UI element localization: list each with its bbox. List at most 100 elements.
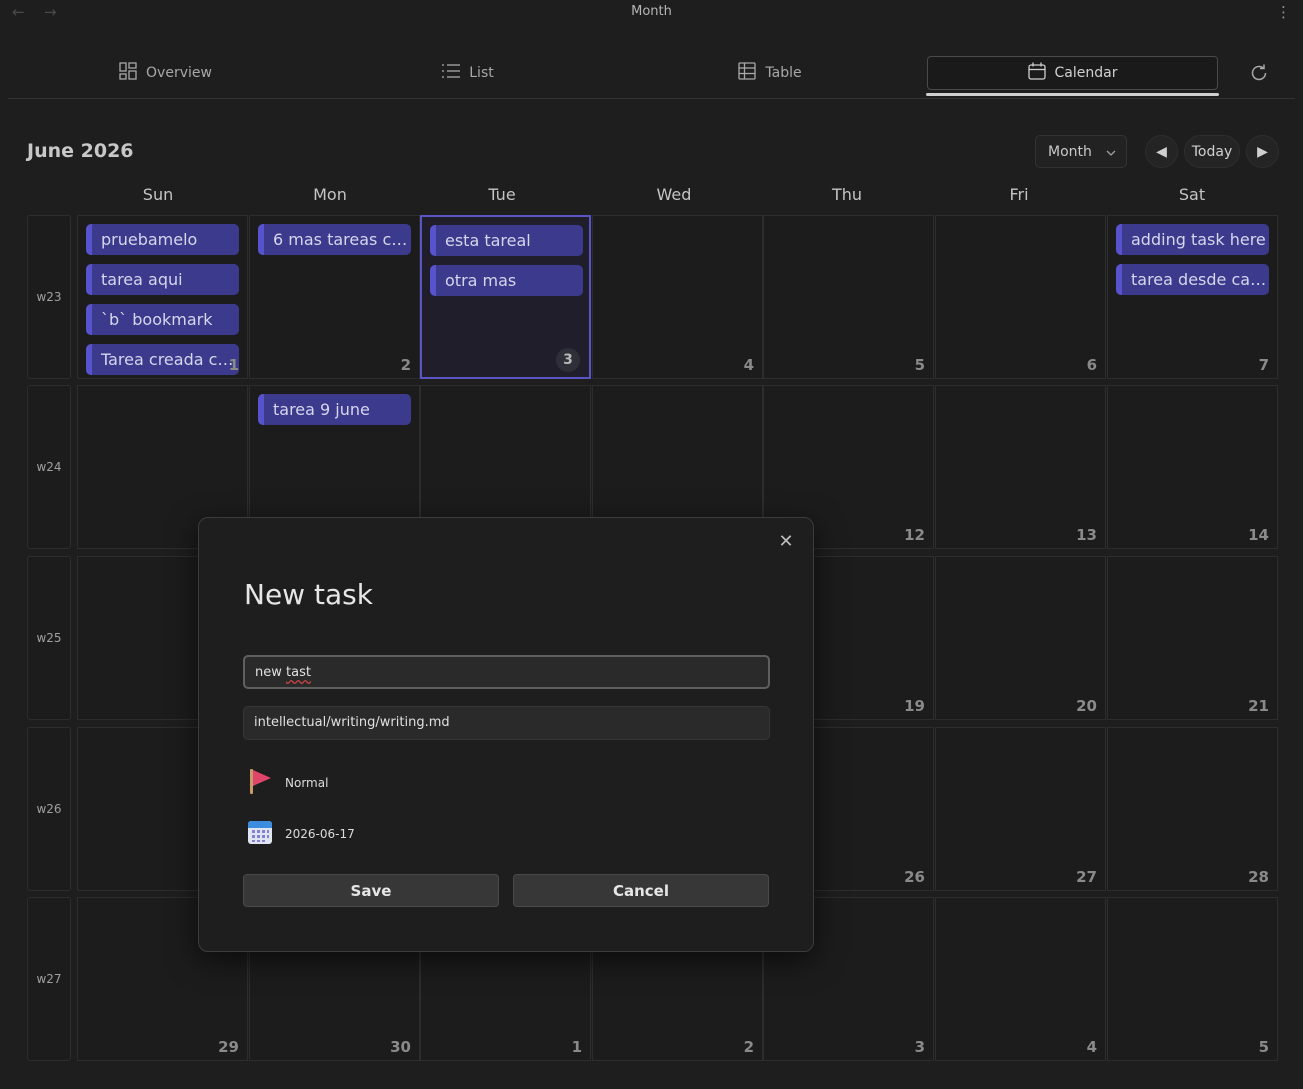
day-cell[interactable]: 6 mas tareas co... 2 bbox=[249, 215, 420, 379]
event-chip[interactable]: esta tareal bbox=[430, 225, 583, 256]
day-number: 3 bbox=[556, 348, 580, 372]
day-number: 3 bbox=[914, 1038, 925, 1056]
view-select[interactable]: Month bbox=[1035, 135, 1127, 168]
week-number: w26 bbox=[27, 727, 71, 891]
task-name-text: new bbox=[255, 665, 287, 680]
weekday-header: Thu bbox=[831, 185, 863, 204]
calendar-title: June 2026 bbox=[27, 140, 134, 162]
day-number: 5 bbox=[914, 356, 925, 374]
file-path-input[interactable]: intellectual/writing/writing.md bbox=[243, 706, 770, 740]
new-task-modal: ✕ New task new tast intellectual/writing… bbox=[198, 517, 814, 952]
weekday-header: Fri bbox=[1009, 185, 1029, 204]
cancel-button[interactable]: Cancel bbox=[513, 874, 769, 907]
triangle-right-icon: ▶ bbox=[1257, 143, 1268, 160]
day-cell[interactable]: 5 bbox=[763, 215, 934, 379]
event-chip[interactable]: Tarea creada co... bbox=[86, 344, 239, 375]
more-options-icon[interactable]: ⋮ bbox=[1276, 3, 1291, 21]
event-chip[interactable]: 6 mas tareas co... bbox=[258, 224, 411, 255]
event-chip[interactable]: otra mas bbox=[430, 265, 583, 296]
grid-icon bbox=[119, 62, 137, 84]
day-cell-selected[interactable]: esta tareal otra mas 3 bbox=[420, 215, 591, 379]
day-cell[interactable]: adding task here tarea desde cale... 7 bbox=[1107, 215, 1278, 379]
save-button[interactable]: Save bbox=[243, 874, 499, 907]
tab-list[interactable]: List bbox=[338, 56, 598, 90]
title-bar: ← → Month ⋮ bbox=[0, 0, 1303, 26]
triangle-left-icon: ◀ bbox=[1156, 143, 1167, 160]
day-number: 13 bbox=[1076, 526, 1097, 544]
tab-table[interactable]: Table bbox=[640, 56, 900, 90]
day-number: 21 bbox=[1248, 697, 1269, 715]
priority-label: Normal bbox=[285, 775, 329, 790]
day-cell[interactable]: 5 bbox=[1107, 897, 1278, 1061]
due-date-value: 2026-06-17 bbox=[285, 826, 355, 841]
day-number: 7 bbox=[1258, 356, 1269, 374]
day-number: 27 bbox=[1076, 868, 1097, 886]
task-name-misspelled-word: tast bbox=[286, 665, 311, 680]
day-cell[interactable]: 20 bbox=[935, 556, 1106, 720]
today-button[interactable]: Today bbox=[1184, 135, 1240, 168]
modal-title: New task bbox=[244, 578, 373, 611]
week-number: w23 bbox=[27, 215, 71, 379]
day-cell[interactable]: 28 bbox=[1107, 727, 1278, 891]
view-select-value: Month bbox=[1048, 143, 1092, 160]
weekday-header: Tue bbox=[488, 185, 516, 204]
tab-label: Calendar bbox=[1054, 65, 1118, 81]
day-number: 26 bbox=[904, 868, 925, 886]
refresh-icon[interactable] bbox=[1246, 60, 1272, 86]
day-number: 2 bbox=[400, 356, 411, 374]
window-title: Month bbox=[631, 4, 672, 19]
task-name-input[interactable]: new tast bbox=[243, 655, 770, 689]
tab-overview[interactable]: Overview bbox=[38, 56, 293, 90]
day-number: 4 bbox=[1086, 1038, 1097, 1056]
event-chip[interactable]: adding task here bbox=[1116, 224, 1269, 255]
day-number: 30 bbox=[390, 1038, 411, 1056]
close-icon[interactable]: ✕ bbox=[776, 531, 796, 552]
day-number: 1 bbox=[571, 1038, 582, 1056]
day-number: 28 bbox=[1248, 868, 1269, 886]
day-number: 4 bbox=[743, 356, 754, 374]
priority-selector[interactable]: Normal bbox=[247, 767, 328, 798]
week-number: w27 bbox=[27, 897, 71, 1061]
weekday-header: Sat bbox=[1178, 185, 1206, 204]
event-chip[interactable]: tarea aqui bbox=[86, 264, 239, 295]
day-cell[interactable]: 21 bbox=[1107, 556, 1278, 720]
next-month-button[interactable]: ▶ bbox=[1246, 135, 1279, 168]
day-number: 14 bbox=[1248, 526, 1269, 544]
table-icon bbox=[738, 62, 757, 84]
due-date-selector[interactable]: 2026-06-17 bbox=[247, 819, 355, 848]
flag-icon bbox=[247, 767, 273, 798]
view-tabs: Overview List Table Calendar bbox=[8, 52, 1295, 99]
day-number: 6 bbox=[1086, 356, 1097, 374]
day-cell[interactable]: 4 bbox=[592, 215, 763, 379]
day-cell[interactable]: 27 bbox=[935, 727, 1106, 891]
week-number: w24 bbox=[27, 385, 71, 549]
event-chip[interactable]: tarea desde cale... bbox=[1116, 264, 1269, 295]
event-chip[interactable]: `b` bookmark bbox=[86, 304, 239, 335]
day-number: 12 bbox=[904, 526, 925, 544]
active-tab-indicator bbox=[926, 93, 1219, 96]
calendar-date-icon bbox=[247, 819, 273, 848]
list-icon bbox=[442, 63, 461, 83]
day-cell[interactable]: pruebamelo tarea aqui `b` bookmark Tarea cr… bbox=[77, 215, 248, 379]
weekday-header: Mon bbox=[313, 185, 347, 204]
day-cell[interactable]: 6 bbox=[935, 215, 1106, 379]
day-cell[interactable]: 14 bbox=[1107, 385, 1278, 549]
day-number: 20 bbox=[1076, 697, 1097, 715]
tab-calendar[interactable]: Calendar bbox=[927, 56, 1218, 90]
day-number: 5 bbox=[1258, 1038, 1269, 1056]
calendar-icon bbox=[1027, 62, 1046, 84]
event-chip[interactable]: tarea 9 june bbox=[258, 394, 411, 425]
day-cell[interactable]: 13 bbox=[935, 385, 1106, 549]
day-number: 29 bbox=[218, 1038, 239, 1056]
day-number: 19 bbox=[904, 697, 925, 715]
tab-label: Overview bbox=[146, 65, 212, 81]
weekday-header: Wed bbox=[656, 185, 692, 204]
day-number: 2 bbox=[743, 1038, 754, 1056]
prev-month-button[interactable]: ◀ bbox=[1145, 135, 1178, 168]
day-number: 1 bbox=[228, 356, 239, 374]
week-number: w25 bbox=[27, 556, 71, 720]
chevron-down-icon bbox=[1106, 144, 1116, 160]
event-chip[interactable]: pruebamelo bbox=[86, 224, 239, 255]
tab-label: Table bbox=[765, 65, 802, 81]
day-cell[interactable]: 4 bbox=[935, 897, 1106, 1061]
